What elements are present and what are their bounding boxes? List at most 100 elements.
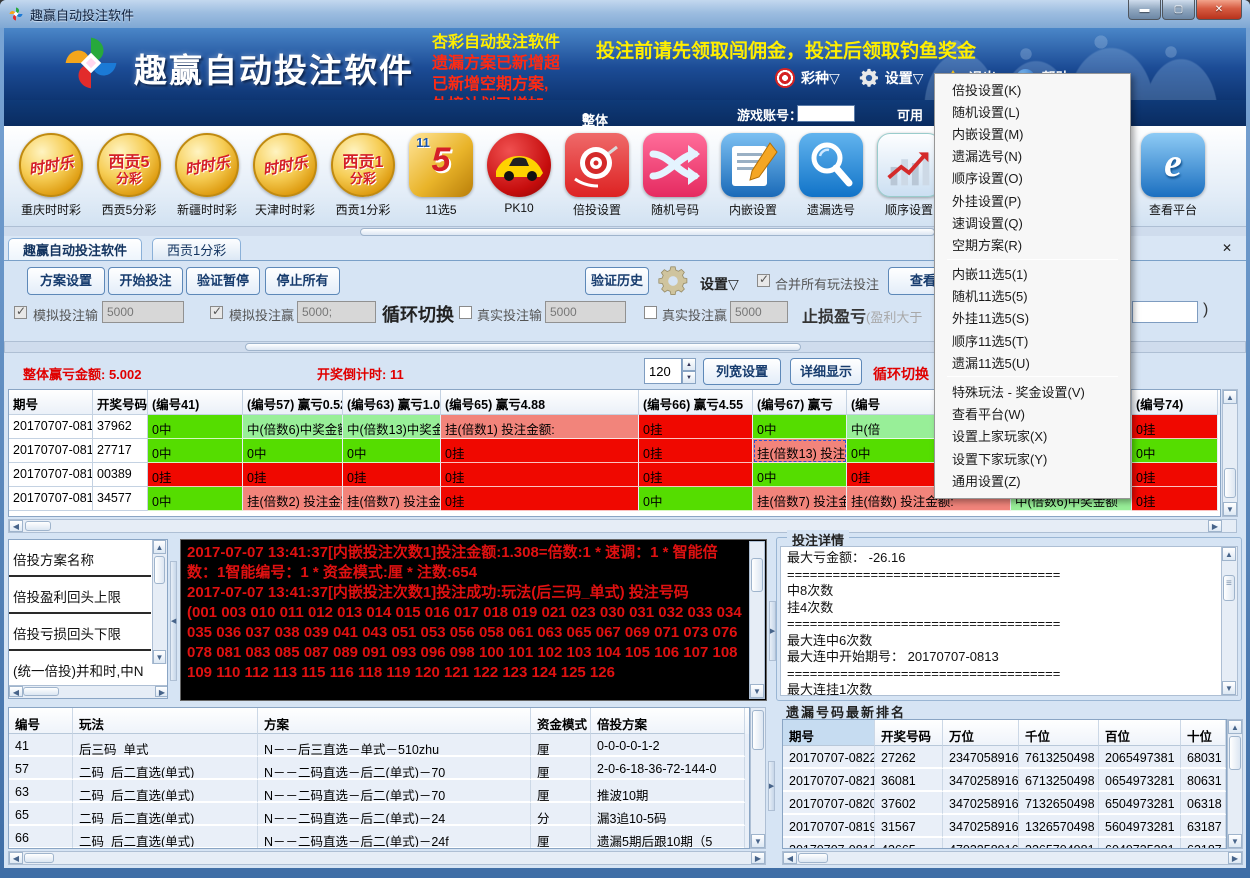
miss-table-hscrollbar[interactable]: ◀ ▶ bbox=[782, 851, 1243, 865]
column-header[interactable]: 玩法 bbox=[73, 708, 258, 734]
miss-table-vscroll-thumb[interactable] bbox=[1229, 736, 1241, 770]
results-col-header[interactable]: (编号65) 赢亏4.88 bbox=[441, 390, 639, 415]
column-header[interactable]: 开奖号码 bbox=[875, 720, 943, 746]
bet-result-cell[interactable]: 0挂 bbox=[243, 463, 343, 487]
bottom-splitter[interactable]: ▶ bbox=[768, 761, 775, 811]
real-win-checkbox[interactable] bbox=[644, 306, 657, 319]
context-menu-item[interactable]: 空期方案(R) bbox=[937, 233, 1128, 255]
bet-result-cell[interactable]: 0挂 bbox=[639, 439, 753, 463]
context-menu-item[interactable]: 外挂设置(P) bbox=[937, 189, 1128, 211]
toolbar-item-天津时时彩[interactable]: 时时乐天津时时彩 bbox=[252, 133, 318, 218]
context-menu-item[interactable]: 顺序设置(O) bbox=[937, 167, 1128, 189]
period-spinner-input[interactable] bbox=[644, 358, 682, 384]
plan-settings-button[interactable]: 方案设置 bbox=[27, 267, 105, 295]
plan-row[interactable]: 41后三码_单式N－－后三直选－单式－510zhu厘0-0-0-0-1-2 bbox=[9, 734, 749, 757]
bet-result-cell[interactable]: 0挂 bbox=[343, 463, 441, 487]
option-list-item[interactable]: 倍投亏损回头下限 bbox=[9, 614, 151, 651]
context-menu-item[interactable]: 倍投设置(K) bbox=[937, 78, 1128, 100]
toolbar-hscroll-thumb[interactable] bbox=[360, 228, 935, 236]
bet-result-cell[interactable]: 0中 bbox=[1132, 439, 1218, 463]
column-width-button[interactable]: 列宽设置 bbox=[703, 358, 781, 385]
context-menu-item[interactable]: 随机11选5(5) bbox=[937, 285, 1128, 307]
plan-table-vscrollbar[interactable]: ▼ bbox=[750, 707, 766, 849]
draw-code-cell[interactable]: 37962 bbox=[93, 415, 148, 439]
stop-all-button[interactable]: 停止所有 bbox=[265, 267, 340, 295]
tab-main[interactable]: 趣赢自动投注软件 bbox=[8, 238, 142, 260]
start-betting-button[interactable]: 开始投注 bbox=[108, 267, 183, 295]
plan-table-hscroll-thumb[interactable] bbox=[24, 853, 54, 863]
bet-result-cell[interactable]: 中(倍数6)中奖金额: bbox=[243, 415, 343, 439]
context-menu-item[interactable]: 速调设置(Q) bbox=[937, 211, 1128, 233]
panel-hscroll-thumb[interactable] bbox=[245, 343, 801, 351]
period-cell[interactable]: 20170707-0810 bbox=[9, 487, 93, 511]
draw-code-cell[interactable]: 00389 bbox=[93, 463, 148, 487]
results-col-header[interactable]: (编号74) bbox=[1132, 390, 1218, 415]
toolbar-item-重庆时时彩[interactable]: 时时乐重庆时时彩 bbox=[18, 133, 84, 218]
bet-result-cell[interactable]: 挂(倍数7) 投注金额: bbox=[343, 487, 441, 511]
log-vscroll-thumb[interactable] bbox=[751, 558, 763, 592]
column-header[interactable]: 编号 bbox=[9, 708, 73, 734]
stop-loss-input[interactable] bbox=[1132, 301, 1198, 323]
bet-result-cell[interactable]: 挂(倍数7) 投注金额: bbox=[753, 487, 847, 511]
bet-result-cell[interactable]: 0挂 bbox=[441, 487, 639, 511]
miss-table-vscrollbar[interactable]: ▲ ▼ bbox=[1227, 719, 1243, 849]
detail-display-button[interactable]: 详细显示 bbox=[790, 358, 862, 385]
bet-result-cell[interactable]: 0中 bbox=[639, 487, 753, 511]
plan-row[interactable]: 57二码_后二直选(单式)N－－二码直选－后二(单式)－70厘2-0-6-18-… bbox=[9, 757, 749, 780]
toolbar-item-内嵌设置[interactable]: 内嵌设置 bbox=[720, 133, 786, 218]
settings-dropdown[interactable]: 设置▽ bbox=[700, 274, 739, 294]
column-header[interactable]: 十位 bbox=[1181, 720, 1226, 746]
column-header[interactable]: 倍投方案 bbox=[591, 708, 745, 734]
bet-result-cell[interactable]: 0中 bbox=[148, 415, 243, 439]
sim-win-checkbox[interactable] bbox=[210, 306, 223, 319]
context-menu-item[interactable]: 内嵌设置(M) bbox=[937, 122, 1128, 144]
verify-history-button[interactable]: 验证历史 bbox=[585, 267, 649, 295]
column-header[interactable]: 期号 bbox=[783, 720, 875, 746]
plan-row[interactable]: 63二码_后二直选(单式)N－－二码直选－后二(单式)－70厘推波10期 bbox=[9, 780, 749, 803]
toolbar-item-11选5[interactable]: 51111选5 bbox=[408, 133, 474, 218]
toolbar-item-随机号码[interactable]: 随机号码 bbox=[642, 133, 708, 218]
detail-vscroll-thumb[interactable] bbox=[1223, 575, 1235, 601]
miss-row[interactable]: 20170707-0820376023470258916713265049865… bbox=[783, 792, 1226, 815]
results-col-header[interactable]: (编号41) bbox=[148, 390, 243, 415]
context-menu-item[interactable]: 遗漏选号(N) bbox=[937, 145, 1128, 167]
column-header[interactable]: 方案 bbox=[258, 708, 531, 734]
context-menu-item[interactable]: 查看平台(W) bbox=[937, 403, 1128, 425]
real-lose-checkbox[interactable] bbox=[459, 306, 472, 319]
toolbar-item-顺序设置[interactable]: 顺序设置 bbox=[876, 133, 942, 218]
account-field[interactable] bbox=[797, 105, 855, 122]
bet-result-cell[interactable]: 0挂 bbox=[441, 463, 639, 487]
real-lose-input[interactable] bbox=[545, 301, 626, 323]
period-cell[interactable]: 20170707-0811 bbox=[9, 463, 93, 487]
real-win-input[interactable] bbox=[730, 301, 788, 323]
sim-win-input[interactable] bbox=[297, 301, 376, 323]
column-header[interactable]: 资金模式 bbox=[531, 708, 591, 734]
close-button[interactable]: ✕ bbox=[1196, 0, 1242, 20]
column-header[interactable]: 千位 bbox=[1019, 720, 1099, 746]
option-list-hscrollbar[interactable]: ◀▶ bbox=[9, 685, 168, 698]
results-col-header[interactable]: (编号67) 赢亏 bbox=[753, 390, 847, 415]
results-vscroll-thumb[interactable] bbox=[1224, 468, 1236, 498]
plan-row[interactable]: 65二码_后二直选(单式)N－－二码直选－后二(单式)－24分漏3追10-5码 bbox=[9, 803, 749, 826]
context-menu-item[interactable]: 随机设置(L) bbox=[937, 100, 1128, 122]
miss-row[interactable]: 20170707-0822272622347058916761325049820… bbox=[783, 746, 1226, 769]
results-hscroll-thumb[interactable] bbox=[25, 521, 51, 531]
maximize-button[interactable]: ▢ bbox=[1162, 0, 1195, 20]
period-spinner[interactable]: ▲▼ bbox=[644, 358, 696, 384]
results-col-header[interactable]: (编号57) 赢亏0.52 bbox=[243, 390, 343, 415]
miss-table-hscroll-thumb[interactable] bbox=[798, 853, 828, 863]
bet-result-cell[interactable]: 挂(倍数2) 投注金额: bbox=[243, 487, 343, 511]
results-col-header[interactable]: (编号63) 赢亏1.034 bbox=[343, 390, 441, 415]
period-cell[interactable]: 20170707-0812 bbox=[9, 439, 93, 463]
minimize-button[interactable]: ▬ bbox=[1128, 0, 1161, 20]
results-vscrollbar[interactable]: ▲ ▼ bbox=[1222, 389, 1238, 517]
toolbar-item-PK10[interactable]: PK10 bbox=[486, 133, 552, 215]
bet-result-cell[interactable]: 0挂 bbox=[639, 415, 753, 439]
menu-lottery-type[interactable]: 彩种▽ bbox=[774, 67, 840, 89]
context-menu-item[interactable]: 通用设置(Z) bbox=[937, 469, 1128, 491]
results-col-header[interactable]: (编号66) 赢亏4.55 bbox=[639, 390, 753, 415]
bet-result-cell[interactable]: 中(倍数13)中奖金额: bbox=[343, 415, 441, 439]
miss-row[interactable]: 20170707-0818436654703258916326570498160… bbox=[783, 838, 1226, 849]
draw-code-cell[interactable]: 27717 bbox=[93, 439, 148, 463]
settings-gear-icon[interactable] bbox=[656, 264, 690, 298]
